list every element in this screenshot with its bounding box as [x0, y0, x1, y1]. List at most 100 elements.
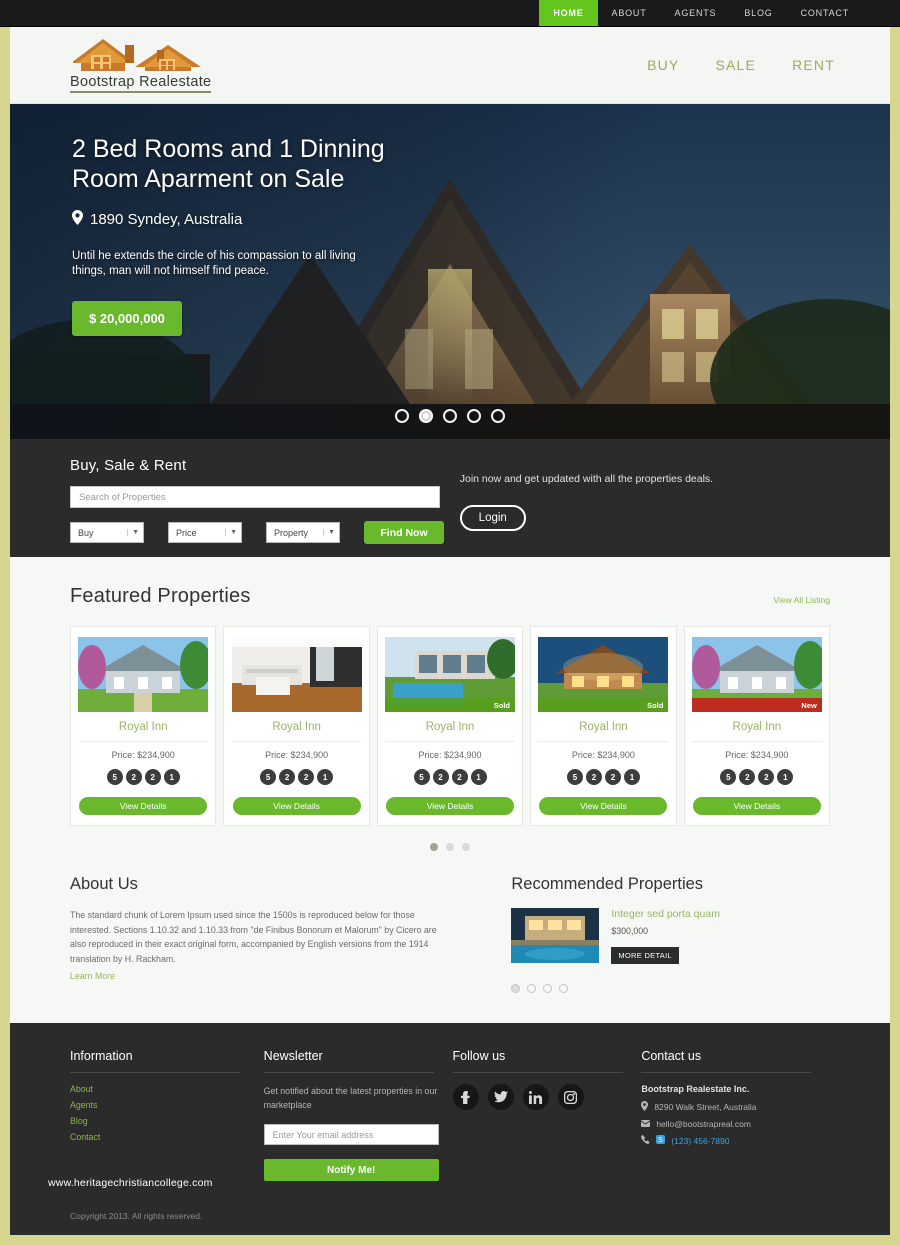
- recommended-dot-2[interactable]: [527, 984, 537, 993]
- contact-phone-text[interactable]: (123) 456-7890: [671, 1136, 729, 1146]
- topnav-item-contact[interactable]: CONTACT: [787, 0, 863, 26]
- copyright-text: Copyright 2013. All rights reserved.: [70, 1211, 203, 1221]
- footer-information-title: Information: [70, 1049, 240, 1073]
- footer-link-contact[interactable]: Contact: [70, 1132, 264, 1142]
- recommended-dot-1[interactable]: [511, 984, 521, 993]
- featured-title: Featured Properties: [70, 585, 251, 607]
- newsletter-email-input[interactable]: Enter Your email address: [263, 1124, 439, 1145]
- contact-email-line[interactable]: hello@bootstrapreal.com: [641, 1119, 835, 1129]
- featured-carousel-dots: [70, 843, 830, 851]
- badge-floors: 1: [777, 769, 794, 785]
- search-form: Buy, Sale & Rent Search of Properties Bu…: [70, 457, 460, 544]
- facebook-icon[interactable]: [452, 1084, 479, 1110]
- recommended-dot-4[interactable]: [559, 984, 569, 993]
- property-name: Royal Inn: [691, 721, 822, 742]
- badge-bathrooms: 2: [739, 769, 756, 785]
- property-card[interactable]: Royal Inn Price: $234,900 5 2 2 1 View D…: [70, 626, 217, 826]
- badge-bathrooms: 2: [585, 769, 602, 785]
- featured-dot-3[interactable]: [462, 843, 470, 851]
- nav-link-rent[interactable]: RENT: [792, 57, 835, 73]
- recommended-item-name[interactable]: Integer sed porta quam: [611, 908, 720, 920]
- nav-link-sale[interactable]: SALE: [715, 57, 756, 73]
- featured-dot-2[interactable]: [446, 843, 454, 851]
- badge-bedrooms: 5: [566, 769, 583, 785]
- property-image: New: [691, 637, 822, 712]
- featured-dot-1[interactable]: [430, 843, 438, 851]
- status-badge-new: New: [691, 698, 822, 712]
- status-badge-sold: Sold: [538, 698, 669, 712]
- contact-phone-line[interactable]: S (123) 456-7890: [641, 1135, 835, 1146]
- learn-more-link[interactable]: Learn More: [70, 971, 115, 981]
- search-input[interactable]: Search of Properties: [70, 486, 440, 508]
- recommended-item[interactable]: Integer sed porta quam $300,000 MORE DET…: [511, 908, 830, 964]
- badge-bathrooms: 2: [432, 769, 449, 785]
- recommended-properties-block: Recommended Properties Integer sed porta…: [511, 875, 830, 993]
- view-details-button[interactable]: View Details: [692, 797, 821, 815]
- topnav-item-agents[interactable]: AGENTS: [661, 0, 731, 26]
- find-now-button[interactable]: Find Now: [364, 521, 444, 544]
- recommended-details: Integer sed porta quam $300,000 MORE DET…: [611, 908, 720, 964]
- hero-price-badge[interactable]: $ 20,000,000: [72, 301, 182, 336]
- property-name: Royal Inn: [538, 721, 669, 742]
- about-us-block: About Us The standard chunk of Lorem Ips…: [70, 875, 451, 993]
- property-card[interactable]: Royal Inn Price: $234,900 5 2 2 1 View D…: [223, 626, 370, 826]
- more-detail-button[interactable]: MORE DETAIL: [611, 947, 679, 964]
- view-all-listing-link[interactable]: View All Listing: [773, 595, 830, 608]
- hero-carousel-dots: [10, 409, 890, 423]
- login-button[interactable]: Login: [459, 505, 526, 531]
- contact-email-text: hello@bootstrapreal.com: [656, 1119, 751, 1129]
- property-card[interactable]: Sold Royal Inn Price: $234,900 5 2 2 1 V…: [530, 626, 677, 826]
- badge-garages: 2: [144, 769, 161, 785]
- recommended-item-price: $300,000: [611, 926, 649, 936]
- badge-bathrooms: 2: [125, 769, 142, 785]
- hero-location-text: 1890 Syndey, Australia: [90, 211, 243, 228]
- view-details-button[interactable]: View Details: [232, 797, 361, 815]
- site-logo[interactable]: Bootstrap Realestate: [70, 37, 212, 93]
- featured-header: Featured Properties View All Listing: [70, 585, 830, 608]
- select-price[interactable]: Price ▼: [168, 522, 242, 543]
- hero-dot-1[interactable]: [395, 409, 409, 423]
- hero-description: Until he extends the circle of his compa…: [72, 250, 356, 277]
- search-input-placeholder: Search of Properties: [79, 491, 166, 503]
- topnav-item-blog[interactable]: BLOG: [730, 0, 786, 26]
- property-image: [78, 637, 209, 712]
- select-buy[interactable]: Buy ▼: [70, 522, 144, 543]
- hero-dot-5[interactable]: [491, 409, 505, 423]
- hero-dot-3[interactable]: [443, 409, 457, 423]
- view-details-button[interactable]: View Details: [79, 797, 208, 815]
- recommended-carousel-dots: [511, 984, 830, 993]
- hero-content: 2 Bed Rooms and 1 Dinning Room Aparment …: [72, 134, 402, 336]
- select-property-value: Property: [274, 527, 309, 538]
- property-image: Sold: [385, 637, 516, 712]
- topnav-item-home[interactable]: HOME: [539, 0, 598, 26]
- top-nav-items: HOME ABOUT AGENTS BLOG CONTACT: [539, 0, 863, 26]
- notify-me-button[interactable]: Notify Me!: [263, 1159, 439, 1181]
- select-property[interactable]: Property ▼: [266, 522, 340, 543]
- linkedin-icon[interactable]: [522, 1084, 549, 1110]
- footer-link-agents[interactable]: Agents: [70, 1100, 264, 1110]
- badge-garages: 2: [604, 769, 621, 785]
- topnav-item-about[interactable]: ABOUT: [598, 0, 661, 26]
- view-details-button[interactable]: View Details: [539, 797, 668, 815]
- contact-company-name: Bootstrap Realestate Inc.: [641, 1084, 750, 1094]
- property-name: Royal Inn: [78, 721, 209, 742]
- nav-link-buy[interactable]: BUY: [647, 57, 679, 73]
- join-panel: Join now and get updated with all the pr…: [459, 457, 830, 537]
- instagram-icon[interactable]: [557, 1084, 584, 1110]
- footer-link-about[interactable]: About: [70, 1084, 264, 1094]
- hero-title: 2 Bed Rooms and 1 Dinning Room Aparment …: [72, 135, 385, 193]
- search-filters-row: Buy ▼ Price ▼ Property ▼ Find Now: [70, 521, 460, 544]
- featured-cards: Royal Inn Price: $234,900 5 2 2 1 View D…: [70, 626, 831, 826]
- status-badge-sold: Sold: [385, 698, 516, 712]
- footer-link-blog[interactable]: Blog: [70, 1116, 264, 1126]
- chevron-down-icon: ▼: [225, 529, 237, 536]
- recommended-dot-3[interactable]: [543, 984, 553, 993]
- hero-location: 1890 Syndey, Australia: [72, 210, 402, 229]
- view-details-button[interactable]: View Details: [386, 797, 515, 815]
- twitter-icon[interactable]: [487, 1084, 514, 1110]
- hero-dot-2[interactable]: [419, 409, 433, 423]
- envelope-icon: [641, 1119, 651, 1129]
- property-card[interactable]: New Royal Inn Price: $234,900 5 2 2 1 Vi…: [683, 626, 831, 826]
- property-card[interactable]: Sold Royal Inn Price: $234,900 5 2 2 1 V…: [376, 626, 524, 826]
- hero-dot-4[interactable]: [467, 409, 481, 423]
